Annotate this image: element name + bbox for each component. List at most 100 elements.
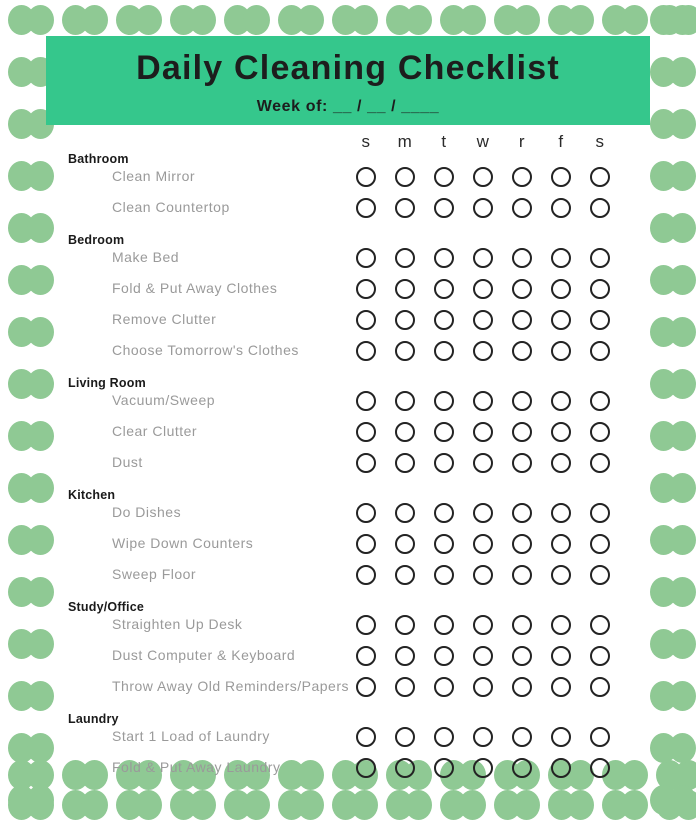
task-checkbox[interactable] xyxy=(590,565,610,585)
task-checkbox[interactable] xyxy=(473,198,493,218)
task-checkbox[interactable] xyxy=(434,534,454,554)
task-checkbox[interactable] xyxy=(590,279,610,299)
task-checkbox[interactable] xyxy=(551,310,571,330)
task-checkbox[interactable] xyxy=(512,453,532,473)
task-checkbox[interactable] xyxy=(356,453,376,473)
task-checkbox[interactable] xyxy=(590,453,610,473)
task-checkbox[interactable] xyxy=(395,534,415,554)
task-checkbox[interactable] xyxy=(473,279,493,299)
task-checkbox[interactable] xyxy=(512,565,532,585)
task-checkbox[interactable] xyxy=(590,758,610,778)
task-checkbox[interactable] xyxy=(551,167,571,187)
task-checkbox[interactable] xyxy=(434,503,454,523)
task-checkbox[interactable] xyxy=(473,727,493,747)
task-checkbox[interactable] xyxy=(512,646,532,666)
task-checkbox[interactable] xyxy=(395,677,415,697)
task-checkbox[interactable] xyxy=(551,279,571,299)
task-checkbox[interactable] xyxy=(590,248,610,268)
task-checkbox[interactable] xyxy=(590,677,610,697)
task-checkbox[interactable] xyxy=(590,646,610,666)
week-of-field[interactable]: Week of: __ / __ / ____ xyxy=(46,98,650,116)
task-checkbox[interactable] xyxy=(512,341,532,361)
task-checkbox[interactable] xyxy=(434,279,454,299)
task-checkbox[interactable] xyxy=(395,453,415,473)
task-checkbox[interactable] xyxy=(512,534,532,554)
task-checkbox[interactable] xyxy=(434,646,454,666)
task-checkbox[interactable] xyxy=(551,503,571,523)
task-checkbox[interactable] xyxy=(512,279,532,299)
task-checkbox[interactable] xyxy=(551,534,571,554)
task-checkbox[interactable] xyxy=(590,422,610,442)
task-checkbox[interactable] xyxy=(356,615,376,635)
task-checkbox[interactable] xyxy=(512,167,532,187)
task-checkbox[interactable] xyxy=(434,167,454,187)
task-checkbox[interactable] xyxy=(395,167,415,187)
task-checkbox[interactable] xyxy=(512,758,532,778)
task-checkbox[interactable] xyxy=(473,534,493,554)
task-checkbox[interactable] xyxy=(395,310,415,330)
task-checkbox[interactable] xyxy=(551,453,571,473)
task-checkbox[interactable] xyxy=(473,503,493,523)
task-checkbox[interactable] xyxy=(356,167,376,187)
task-checkbox[interactable] xyxy=(512,391,532,411)
task-checkbox[interactable] xyxy=(434,615,454,635)
task-checkbox[interactable] xyxy=(590,391,610,411)
task-checkbox[interactable] xyxy=(590,310,610,330)
task-checkbox[interactable] xyxy=(434,391,454,411)
task-checkbox[interactable] xyxy=(395,279,415,299)
task-checkbox[interactable] xyxy=(356,310,376,330)
task-checkbox[interactable] xyxy=(356,391,376,411)
task-checkbox[interactable] xyxy=(590,503,610,523)
task-checkbox[interactable] xyxy=(395,615,415,635)
task-checkbox[interactable] xyxy=(473,391,493,411)
task-checkbox[interactable] xyxy=(473,167,493,187)
task-checkbox[interactable] xyxy=(473,677,493,697)
task-checkbox[interactable] xyxy=(356,248,376,268)
task-checkbox[interactable] xyxy=(395,646,415,666)
task-checkbox[interactable] xyxy=(356,279,376,299)
task-checkbox[interactable] xyxy=(395,503,415,523)
task-checkbox[interactable] xyxy=(590,615,610,635)
task-checkbox[interactable] xyxy=(434,758,454,778)
task-checkbox[interactable] xyxy=(512,310,532,330)
task-checkbox[interactable] xyxy=(434,453,454,473)
task-checkbox[interactable] xyxy=(551,341,571,361)
task-checkbox[interactable] xyxy=(551,758,571,778)
task-checkbox[interactable] xyxy=(512,503,532,523)
task-checkbox[interactable] xyxy=(356,503,376,523)
task-checkbox[interactable] xyxy=(473,453,493,473)
task-checkbox[interactable] xyxy=(512,615,532,635)
task-checkbox[interactable] xyxy=(473,758,493,778)
task-checkbox[interactable] xyxy=(356,422,376,442)
task-checkbox[interactable] xyxy=(434,341,454,361)
task-checkbox[interactable] xyxy=(551,422,571,442)
task-checkbox[interactable] xyxy=(434,422,454,442)
task-checkbox[interactable] xyxy=(512,727,532,747)
task-checkbox[interactable] xyxy=(395,565,415,585)
task-checkbox[interactable] xyxy=(356,198,376,218)
task-checkbox[interactable] xyxy=(395,198,415,218)
task-checkbox[interactable] xyxy=(551,565,571,585)
task-checkbox[interactable] xyxy=(434,310,454,330)
task-checkbox[interactable] xyxy=(473,646,493,666)
task-checkbox[interactable] xyxy=(590,198,610,218)
task-checkbox[interactable] xyxy=(434,248,454,268)
task-checkbox[interactable] xyxy=(551,677,571,697)
task-checkbox[interactable] xyxy=(434,198,454,218)
task-checkbox[interactable] xyxy=(551,198,571,218)
task-checkbox[interactable] xyxy=(356,565,376,585)
task-checkbox[interactable] xyxy=(512,677,532,697)
task-checkbox[interactable] xyxy=(590,727,610,747)
task-checkbox[interactable] xyxy=(434,677,454,697)
task-checkbox[interactable] xyxy=(434,565,454,585)
task-checkbox[interactable] xyxy=(356,727,376,747)
task-checkbox[interactable] xyxy=(434,727,454,747)
task-checkbox[interactable] xyxy=(395,727,415,747)
task-checkbox[interactable] xyxy=(356,758,376,778)
task-checkbox[interactable] xyxy=(551,615,571,635)
task-checkbox[interactable] xyxy=(473,341,493,361)
task-checkbox[interactable] xyxy=(551,391,571,411)
task-checkbox[interactable] xyxy=(395,758,415,778)
task-checkbox[interactable] xyxy=(512,248,532,268)
task-checkbox[interactable] xyxy=(356,677,376,697)
